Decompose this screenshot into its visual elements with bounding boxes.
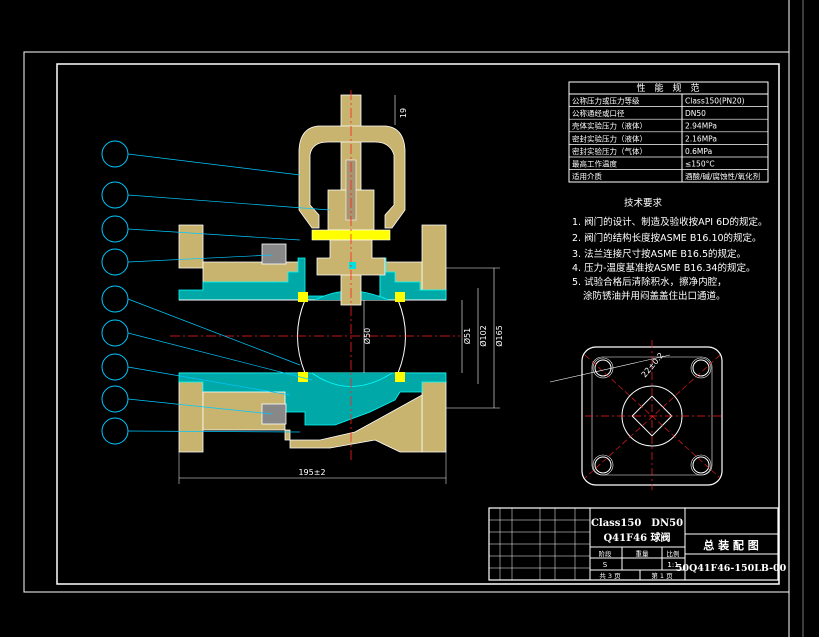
bolt-hole-2-outer — [690, 357, 712, 379]
seat-ring-right-bottom — [395, 372, 405, 382]
valve-section-view — [170, 90, 460, 460]
seat-ring-left-top — [298, 292, 308, 302]
scale-value: 1:1 — [667, 561, 678, 569]
seat-ring-right-top — [395, 292, 405, 302]
dim-seat: Ø51 — [462, 328, 472, 344]
bolt-hole-1 — [594, 359, 612, 377]
spec-row-value: 0.6MPa — [685, 147, 712, 156]
spec-row-name: 公称通经或口径 — [572, 108, 625, 118]
tech-req-item-1: 1. 阀门的设计、制造及验收按API 6D的规定。 — [572, 216, 768, 228]
spec-row-name: 公称压力或压力等级 — [572, 96, 640, 106]
tech-req-item-4: 4. 压力-温度基准按ASME B16.34的规定。 — [572, 262, 755, 274]
balloon-6 — [101, 319, 129, 347]
balloon-1 — [101, 140, 129, 168]
balloon-7 — [101, 353, 129, 381]
tech-req-item-3: 3. 法兰连接尺寸按ASME B16.5的规定。 — [572, 248, 746, 260]
right-flange-bottom — [421, 380, 447, 453]
tech-req-item-2: 2. 阀门的结构长度按ASME B16.10的规定。 — [572, 232, 762, 244]
drawing-canvas: 性 能 规 范 公称压力或压力等级 Class150(PN20) 公称通经或口径 DN… — [23, 0, 804, 637]
spec-row-name: 最高工作温度 — [572, 159, 617, 169]
title-product-line1: Class150 DN50 — [591, 518, 683, 529]
title-block: Class150 DN50 Q41F46 球阀 总 装 配 图 50Q41F46… — [488, 507, 787, 581]
bolt-bottom — [261, 403, 287, 425]
valve-top-view: 22±0.2 — [549, 340, 723, 490]
left-flange-bottom — [178, 380, 204, 453]
dim-length: 195±2 — [298, 468, 325, 477]
balloon-leader — [127, 228, 301, 241]
bolt-hole-4-outer — [690, 454, 712, 476]
left-flange-top — [178, 224, 204, 269]
spec-row-value: Class150(PN20) — [685, 97, 745, 106]
tech-req-item-5: 5. 试验合格后清除积水，擦净内腔， — [572, 276, 727, 288]
spec-row-name: 适用介质 — [572, 171, 602, 181]
right-flange-top — [421, 224, 447, 301]
tech-requirements: 技术要求 1. 阀门的设计、制造及验收按API 6D的规定。 2. 阀门的结构长… — [572, 197, 768, 302]
balloon-5 — [101, 285, 129, 313]
stage-value: S — [603, 561, 608, 569]
balloon-2 — [101, 181, 129, 209]
col-weight: 重量 — [636, 550, 650, 558]
spec-table: 性 能 规 范 公称压力或压力等级 Class150(PN20) 公称通经或口径 DN… — [568, 81, 769, 183]
spec-table-title: 性 能 规 范 — [636, 82, 699, 94]
balloon-leader — [127, 153, 301, 176]
spec-row-name: 密封实验压力（液体） — [572, 133, 647, 143]
sheet-current: 第 1 页 — [651, 571, 673, 580]
dim-raised-face: Ø102 — [478, 325, 488, 347]
bolt-hole-3 — [594, 456, 612, 474]
col-scale: 比例 — [667, 549, 680, 558]
spec-row-value: DN50 — [685, 109, 706, 118]
title-product-line2: Q41F46 球阀 — [603, 531, 670, 544]
balloon-8 — [101, 385, 129, 413]
balloon-4 — [101, 248, 129, 276]
dim-bore: Ø50 — [362, 328, 372, 344]
inner-frame — [56, 63, 780, 585]
spec-row-value: 酒酸/碱/腐蚀性/氧化剂 — [685, 171, 760, 181]
balloon-9 — [101, 417, 129, 445]
bolt-hole-3-outer — [592, 454, 614, 476]
dim-top-view-stem: 22±0.2 — [640, 351, 666, 379]
spec-row-value: 2.16MPa — [685, 134, 717, 143]
spec-row-value: 2.94MPa — [685, 122, 717, 131]
dim-top: 19 — [399, 108, 408, 118]
bolt-hole-2 — [692, 359, 710, 377]
spec-row-value: ≤150°C — [685, 160, 715, 169]
bolt-hole-4 — [692, 456, 710, 474]
tech-req-item-6: 涂防锈油并用闷盖盖住出口通道。 — [583, 290, 726, 302]
tech-requirements-title: 技术要求 — [624, 197, 663, 209]
spec-row-name: 密封实验压力（气体） — [572, 146, 647, 156]
ball-right-arc — [397, 299, 406, 374]
sheets-total: 共 3 页 — [599, 571, 621, 580]
spec-row-name: 壳体实验压力（液体） — [572, 121, 647, 131]
col-stage: 阶段 — [599, 549, 613, 558]
outer-frame — [23, 51, 790, 593]
bolt-top — [261, 243, 287, 265]
dim-flange: Ø165 — [494, 325, 504, 347]
title-drawing-name: 总 装 配 图 — [703, 538, 759, 552]
ball-left-arc — [297, 299, 306, 374]
balloon-3 — [101, 215, 129, 243]
balloon-leader — [127, 430, 301, 433]
title-drawing-number: 50Q41F46-150LB-00 — [676, 563, 787, 574]
bolt-hole-1-outer — [592, 357, 614, 379]
stem-pin — [349, 262, 356, 269]
